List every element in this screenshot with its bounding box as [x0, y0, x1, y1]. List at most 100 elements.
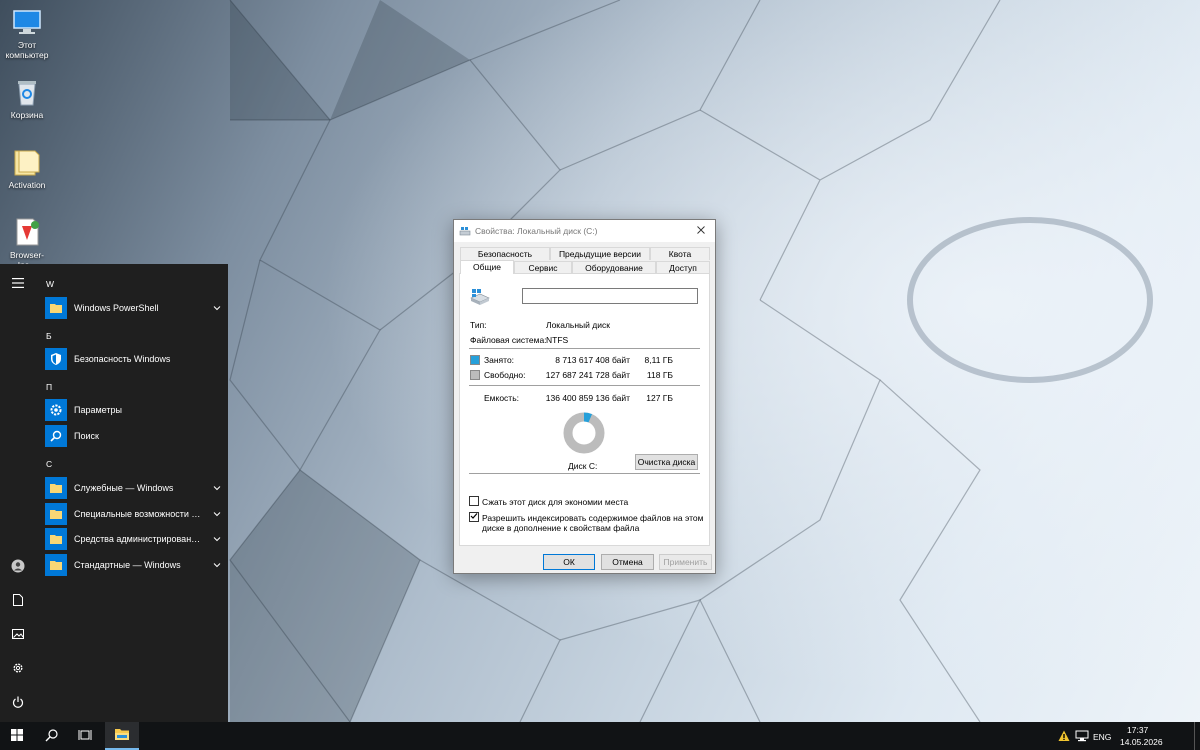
- app-label: Поиск: [74, 431, 99, 441]
- drive-letter-label: Диск С:: [568, 461, 598, 471]
- app-label: Средства администрирования...: [74, 534, 202, 544]
- settings-button[interactable]: [0, 655, 36, 683]
- separator: [469, 385, 700, 386]
- start-button[interactable]: [0, 722, 34, 750]
- app-label: Стандартные — Windows: [74, 560, 181, 570]
- indexing-checkbox[interactable]: [469, 512, 479, 522]
- desktop-icon-recycle-bin[interactable]: Корзина: [2, 76, 52, 120]
- windows-logo-icon: [11, 729, 23, 743]
- app-admin-tools[interactable]: Средства администрирования...: [45, 527, 225, 551]
- used-label: Занято:: [484, 355, 515, 365]
- taskbar: ENG 17:37 14.05.2026: [0, 722, 1200, 750]
- start-menu: W Windows PowerShell Б Безопасность Wind…: [0, 264, 228, 722]
- document-icon: [13, 594, 23, 608]
- dialog-title: Свойства: Локальный диск (C:): [475, 226, 598, 236]
- disk-cleanup-button[interactable]: Очистка диска: [635, 454, 698, 470]
- desktop-icon-label: Корзина: [10, 110, 44, 120]
- ok-button[interactable]: ОК: [543, 554, 595, 570]
- pictures-button[interactable]: [0, 621, 36, 649]
- start-app-list: W Windows PowerShell Б Безопасность Wind…: [36, 264, 228, 722]
- type-label: Тип:: [470, 320, 487, 330]
- app-windows-powershell[interactable]: Windows PowerShell: [45, 296, 225, 320]
- chevron-down-icon: [213, 560, 221, 570]
- free-size: 118 ГБ: [646, 370, 673, 380]
- recycle-bin-icon: [11, 76, 43, 108]
- compress-checkbox[interactable]: [469, 496, 479, 506]
- capacity-label: Емкость:: [484, 393, 519, 403]
- app-windows-security[interactable]: Безопасность Windows: [45, 347, 225, 371]
- filesystem-value: NTFS: [546, 335, 569, 345]
- tab-quota[interactable]: Квота: [650, 247, 710, 260]
- app-label: Безопасность Windows: [74, 354, 171, 364]
- general-tab-panel: Тип: Локальный диск Файловая система: NT…: [459, 273, 710, 546]
- group-letter-w[interactable]: W: [46, 279, 54, 289]
- language-indicator[interactable]: ENG: [1093, 732, 1111, 742]
- folder-icon: [45, 554, 67, 576]
- separator: [469, 348, 700, 349]
- desktop-icon-this-pc[interactable]: Этот компьютер: [2, 6, 52, 60]
- desktop-icon-activation[interactable]: Activation: [2, 146, 52, 190]
- start-menu-expand-button[interactable]: [0, 270, 36, 298]
- drive-name-field[interactable]: [522, 288, 698, 304]
- app-accessibility[interactable]: Специальные возможности Wi...: [45, 502, 225, 526]
- taskbar-search-button[interactable]: [34, 722, 68, 750]
- search-icon: [45, 728, 58, 744]
- free-color-swatch: [470, 370, 480, 380]
- app-label: Служебные — Windows: [74, 483, 174, 493]
- folder-icon: [11, 146, 43, 178]
- filesystem-label: Файловая система:: [470, 335, 547, 345]
- file-icon: [11, 216, 43, 248]
- group-letter-p[interactable]: П: [46, 382, 52, 392]
- documents-button[interactable]: [0, 587, 36, 615]
- app-system-tools[interactable]: Служебные — Windows: [45, 476, 225, 500]
- clock-time[interactable]: 17:37: [1127, 725, 1148, 735]
- free-bytes: 127 687 241 728 байт: [545, 370, 630, 380]
- tab-general[interactable]: Общие: [460, 260, 514, 274]
- clock-date[interactable]: 14.05.2026: [1120, 737, 1163, 747]
- app-search[interactable]: Поиск: [45, 424, 225, 448]
- drive-icon: [459, 225, 471, 239]
- app-settings[interactable]: Параметры: [45, 398, 225, 422]
- desktop-icon-label: Activation: [8, 180, 46, 190]
- power-icon: [12, 696, 24, 710]
- cancel-button[interactable]: Отмена: [601, 554, 654, 570]
- picture-icon: [12, 629, 24, 641]
- user-account-button[interactable]: [0, 553, 36, 581]
- close-button[interactable]: [687, 220, 715, 242]
- compress-label: Сжать этот диск для экономии места: [482, 497, 629, 507]
- folder-icon: [45, 477, 67, 499]
- dialog-titlebar[interactable]: Свойства: Локальный диск (C:): [454, 220, 715, 242]
- desktop-icon-browser-installer[interactable]: Browser-Ins...: [2, 216, 52, 270]
- taskbar-explorer-button[interactable]: [105, 722, 139, 750]
- used-bytes: 8 713 617 408 байт: [555, 355, 630, 365]
- show-desktop-button[interactable]: [1194, 722, 1199, 750]
- donut-free-ring: [563, 412, 605, 454]
- network-icon[interactable]: [1075, 730, 1089, 744]
- chevron-down-icon: [213, 534, 221, 544]
- notifications-alert-icon[interactable]: [1058, 730, 1070, 744]
- group-letter-s[interactable]: С: [46, 459, 52, 469]
- monitor-icon: [11, 6, 43, 38]
- used-color-swatch: [470, 355, 480, 365]
- tab-previous-versions[interactable]: Предыдущие версии: [550, 247, 650, 260]
- chevron-down-icon: [213, 509, 221, 519]
- hamburger-icon: [12, 278, 24, 290]
- capacity-size: 127 ГБ: [646, 393, 673, 403]
- apply-button[interactable]: Применить: [659, 554, 712, 570]
- power-button[interactable]: [0, 689, 36, 717]
- app-label: Специальные возможности Wi...: [74, 509, 202, 519]
- indexing-label-line1: Разрешить индексировать содержимое файло…: [482, 513, 704, 523]
- separator: [469, 473, 700, 474]
- gear-icon: [12, 662, 24, 676]
- group-letter-b[interactable]: Б: [46, 331, 52, 341]
- task-view-button[interactable]: [68, 722, 102, 750]
- folder-icon: [114, 728, 130, 743]
- user-icon: [11, 559, 25, 575]
- tab-security[interactable]: Безопасность: [460, 247, 550, 260]
- folder-icon: [45, 297, 67, 319]
- app-accessories[interactable]: Стандартные — Windows: [45, 553, 225, 577]
- capacity-bytes: 136 400 859 136 байт: [545, 393, 630, 403]
- indexing-label-line2: диске в дополнение к свойствам файла: [482, 523, 640, 533]
- chevron-down-icon: [213, 483, 221, 493]
- search-icon: [45, 425, 67, 447]
